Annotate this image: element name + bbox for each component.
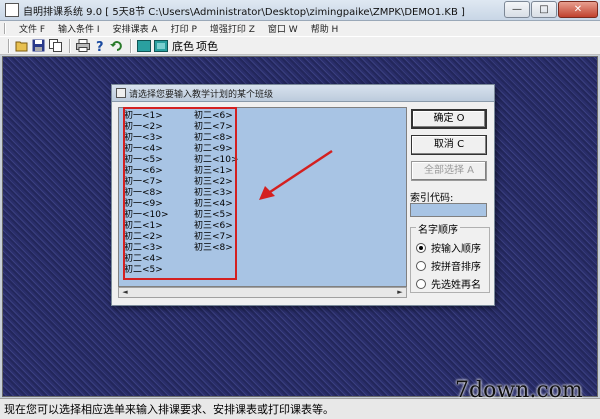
radio-label: 按输入顺序 — [431, 244, 481, 255]
radio-unselected-icon[interactable] — [416, 278, 426, 289]
list-item[interactable]: 初二<6> — [194, 111, 239, 122]
list-item[interactable]: 初一<2> — [124, 122, 169, 133]
list-item[interactable]: 初二<4> — [124, 254, 169, 265]
list-item[interactable]: 初二<9> — [194, 144, 239, 155]
toolbar-separator — [130, 38, 132, 53]
list-item[interactable]: 初三<3> — [194, 188, 239, 199]
class-select-dialog: 请选择您要输入教学计划的某个班级 初一<1> 初一<2> 初一<3> 初一<4>… — [111, 84, 495, 306]
undo-icon[interactable] — [109, 38, 124, 53]
class-list-column-1: 初一<1> 初一<2> 初一<3> 初一<4> 初一<5> 初一<6> 初一<7… — [124, 111, 169, 276]
save-icon[interactable] — [31, 38, 46, 53]
list-item[interactable]: 初一<3> — [124, 133, 169, 144]
toolbar: ? 底色 项色 — [0, 36, 600, 55]
window-title: 自明排课系统 9.0 [ 5天8节 C:\Users\Administrator… — [23, 6, 465, 18]
index-code-label: 索引代码: — [410, 193, 454, 204]
list-item[interactable]: 初三<7> — [194, 232, 239, 243]
listbox-horizontal-scrollbar[interactable]: ◄ ► — [118, 287, 407, 298]
radio-selected-icon[interactable] — [416, 242, 426, 253]
list-item[interactable]: 初一<1> — [124, 111, 169, 122]
list-item[interactable]: 初二<1> — [124, 221, 169, 232]
cancel-button[interactable]: 取消 C — [411, 135, 487, 155]
list-item[interactable]: 初三<5> — [194, 210, 239, 221]
dialog-titlebar[interactable]: 请选择您要输入教学计划的某个班级 — [112, 85, 494, 102]
toolbar-grip — [8, 38, 10, 53]
list-item[interactable]: 初二<8> — [194, 133, 239, 144]
list-item[interactable]: 初一<8> — [124, 188, 169, 199]
radio-surname-first[interactable]: 先选姓再名 — [416, 276, 481, 291]
list-item[interactable]: 初一<6> — [124, 166, 169, 177]
item-color-button[interactable]: 项色 — [196, 38, 218, 54]
background-color-button[interactable]: 底色 — [172, 38, 194, 54]
print-icon[interactable] — [75, 38, 90, 53]
select-all-button[interactable]: 全部选择 A — [411, 161, 487, 181]
name-order-group: 名字顺序 按输入顺序 按拼音排序 先选姓再名 — [410, 221, 490, 293]
list-item[interactable]: 初一<4> — [124, 144, 169, 155]
menu-window[interactable]: 窗口 W — [268, 22, 298, 35]
help-icon[interactable]: ? — [92, 38, 107, 53]
list-item[interactable]: 初三<8> — [194, 243, 239, 254]
status-text: 现在您可以选择相应选单来输入排课要求、安排课表或打印课表等。 — [4, 403, 334, 416]
list-item[interactable]: 初一<5> — [124, 155, 169, 166]
menu-schedule[interactable]: 安排课表 A — [113, 22, 158, 35]
list-item[interactable]: 初二<3> — [124, 243, 169, 254]
list-item[interactable]: 初三<2> — [194, 177, 239, 188]
folder-open-icon[interactable] — [14, 38, 29, 53]
list-item[interactable]: 初二<5> — [124, 265, 169, 276]
radio-input-order[interactable]: 按输入顺序 — [416, 240, 481, 255]
index-code-input[interactable] — [410, 203, 487, 217]
dialog-title: 请选择您要输入教学计划的某个班级 — [129, 89, 274, 100]
dialog-icon — [116, 88, 126, 98]
close-button[interactable]: ✕ — [558, 1, 598, 18]
list-item[interactable]: 初二<10> — [194, 155, 239, 166]
list-item[interactable]: 初一<9> — [124, 199, 169, 210]
site-watermark: 7down.com — [455, 378, 583, 403]
maximize-button[interactable]: □ — [531, 1, 557, 18]
minimize-button[interactable]: — — [504, 1, 530, 18]
toolbar-separator — [69, 38, 71, 53]
menu-file[interactable]: 文件 F — [19, 22, 45, 35]
name-order-legend: 名字顺序 — [416, 221, 460, 236]
menu-bar: 文件 F 输入条件 I 安排课表 A 打印 P 增强打印 Z 窗口 W 帮助 H — [0, 21, 600, 36]
ok-button[interactable]: 确定 O — [411, 109, 487, 129]
radio-pinyin-order[interactable]: 按拼音排序 — [416, 258, 481, 273]
list-item[interactable]: 初三<1> — [194, 166, 239, 177]
radio-label: 按拼音排序 — [431, 262, 481, 273]
scroll-right-icon[interactable]: ► — [395, 288, 405, 297]
window-controls: — □ ✕ — [504, 1, 598, 18]
grid-icon[interactable] — [136, 38, 151, 53]
scroll-left-icon[interactable]: ◄ — [120, 288, 130, 297]
menu-input-conditions[interactable]: 输入条件 I — [58, 22, 100, 35]
list-item[interactable]: 初二<7> — [194, 122, 239, 133]
app-icon — [5, 3, 19, 17]
list-item[interactable]: 初三<4> — [194, 199, 239, 210]
list-item[interactable]: 初一<7> — [124, 177, 169, 188]
menu-help[interactable]: 帮助 H — [311, 22, 339, 35]
svg-text:?: ? — [96, 40, 104, 53]
radio-label: 先选姓再名 — [431, 280, 481, 291]
list-item[interactable]: 初三<6> — [194, 221, 239, 232]
radio-unselected-icon[interactable] — [416, 260, 426, 271]
copy-icon[interactable] — [48, 38, 63, 53]
list-item[interactable]: 初二<2> — [124, 232, 169, 243]
menu-enhanced-print[interactable]: 增强打印 Z — [210, 22, 255, 35]
menu-grip — [4, 23, 6, 34]
menu-print[interactable]: 打印 P — [171, 22, 197, 35]
class-list-column-2: 初二<6> 初二<7> 初二<8> 初二<9> 初二<10> 初三<1> 初三<… — [194, 111, 239, 254]
window-titlebar[interactable]: 自明排课系统 9.0 [ 5天8节 C:\Users\Administrator… — [0, 0, 600, 21]
grid-alt-icon[interactable] — [153, 38, 168, 53]
class-listbox[interactable]: 初一<1> 初一<2> 初一<3> 初一<4> 初一<5> 初一<6> 初一<7… — [118, 107, 407, 287]
list-item[interactable]: 初一<10> — [124, 210, 169, 221]
